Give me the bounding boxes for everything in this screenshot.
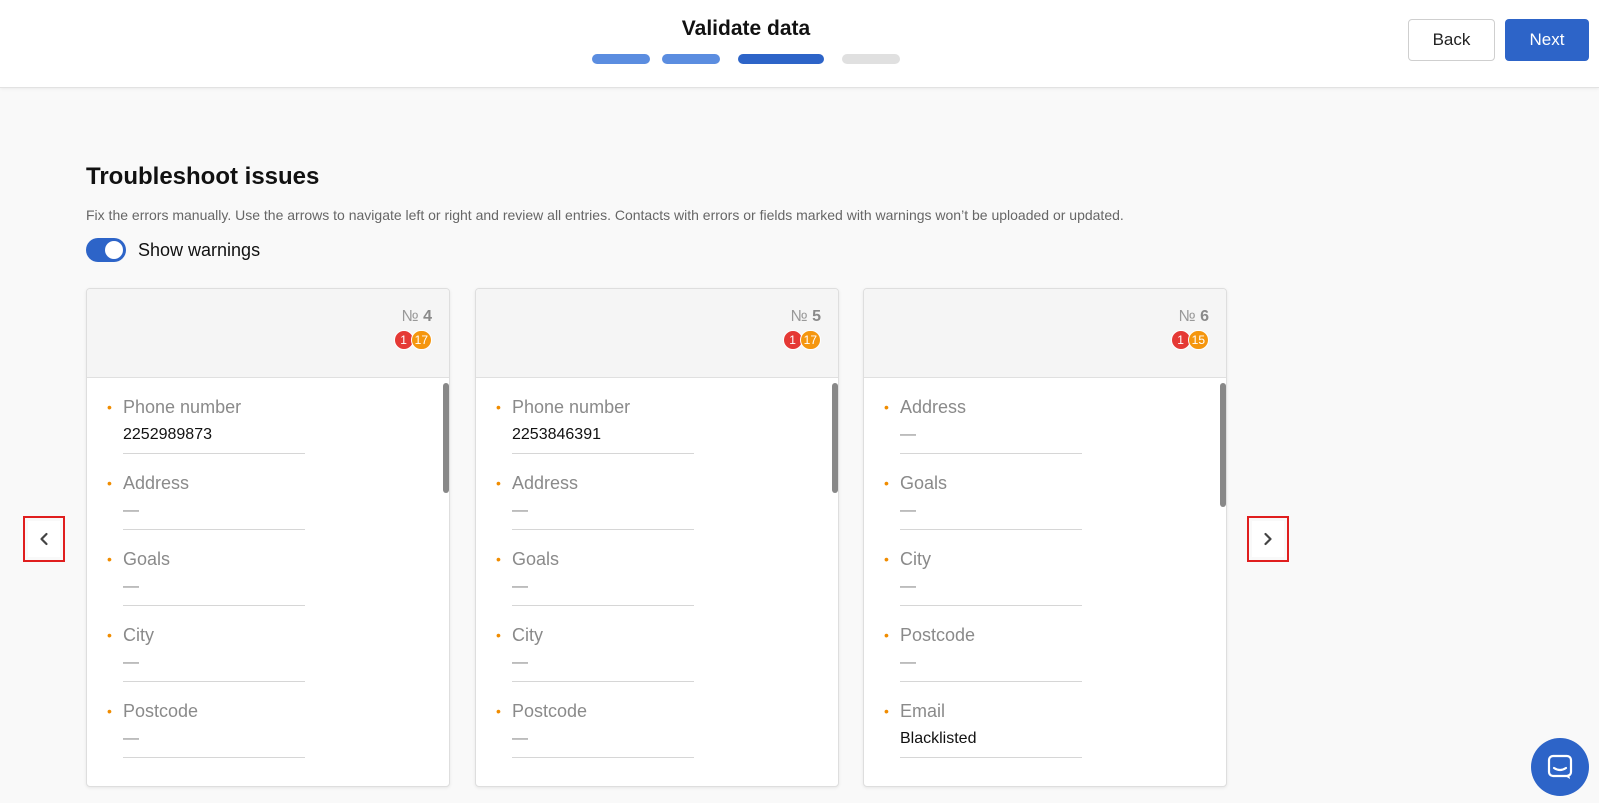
field-value-input[interactable]: — [512, 730, 694, 758]
issue-badges: 1 17 [782, 330, 821, 350]
field-label: Goals [900, 473, 948, 493]
field-value-input[interactable]: — [900, 426, 1082, 454]
card-scrollbar[interactable] [1220, 383, 1226, 507]
entry-number: № 4 [401, 308, 432, 326]
entry-card-body[interactable]: • Phone number 2253846391 • Address — • … [476, 379, 838, 786]
entry-number-value: 6 [1200, 308, 1209, 325]
field-label: Phone number [512, 397, 631, 417]
step-2 [662, 54, 720, 64]
warning-dot: • [107, 475, 112, 491]
field-label: Address [512, 473, 579, 493]
next-button[interactable]: Next [1505, 19, 1589, 61]
show-warnings-label: Show warnings [138, 239, 261, 260]
field-label: City [123, 625, 154, 645]
field-value-input[interactable]: 2252989873 [123, 426, 305, 454]
warning-dot: • [884, 627, 889, 643]
field-label: Address [123, 473, 190, 493]
show-warnings-row: Show warnings [86, 238, 260, 262]
entry-number-value: 4 [423, 308, 432, 325]
chevron-left-icon [40, 532, 48, 546]
entry-number: № 6 [1178, 308, 1209, 326]
entry-number-value: 5 [812, 308, 821, 325]
warning-dot: • [496, 399, 501, 415]
field-value-input[interactable]: 2253846391 [512, 426, 694, 454]
issue-badges: 1 17 [393, 330, 432, 350]
entry-number-prefix: № [401, 308, 419, 325]
field-label: Phone number [123, 397, 242, 417]
field-label: Goals [512, 549, 560, 569]
chevron-right-icon [1264, 532, 1272, 546]
warning-dot: • [884, 703, 889, 719]
page-title: Validate data [681, 17, 811, 40]
step-3-current [738, 54, 824, 64]
entry-card-body[interactable]: • Phone number 2252989873 • Address — • … [87, 379, 449, 786]
field-value-input[interactable]: — [900, 502, 1082, 530]
show-warnings-toggle[interactable] [86, 238, 126, 262]
toggle-knob [105, 241, 123, 259]
prev-entries-button[interactable] [23, 516, 65, 562]
warning-dot: • [884, 551, 889, 567]
warning-dot: • [107, 703, 112, 719]
field-value-input[interactable]: — [123, 578, 305, 606]
warning-dot: • [884, 475, 889, 491]
field-value-input[interactable]: — [512, 502, 694, 530]
entry-number: № 5 [790, 308, 821, 326]
warning-count-badge: 17 [410, 330, 432, 350]
entry-card-5: № 5 1 17 • Phone number 2253846391 • Add… [475, 288, 839, 787]
warning-dot: • [884, 399, 889, 415]
entry-number-prefix: № [790, 308, 808, 325]
field-value-input[interactable]: — [512, 578, 694, 606]
field-value-input[interactable]: — [512, 654, 694, 682]
warning-count-badge: 17 [799, 330, 821, 350]
field-value-input[interactable]: Blacklisted [900, 730, 1082, 758]
field-value-input[interactable]: — [123, 730, 305, 758]
section-heading: Troubleshoot issues [86, 163, 320, 190]
field-label: City [512, 625, 543, 645]
entry-card-4: № 4 1 17 • Phone number 2252989873 • Add… [86, 288, 450, 787]
top-bar: Validate data Back Next [0, 0, 1599, 88]
card-scrollbar[interactable] [832, 383, 838, 493]
field-value-input[interactable]: — [123, 654, 305, 682]
step-progress [592, 54, 900, 64]
entry-card-6: № 6 1 15 • Address — • Goals — • City — … [863, 288, 1227, 787]
field-value-input[interactable]: — [900, 654, 1082, 682]
warning-dot: • [107, 399, 112, 415]
entry-card-body[interactable]: • Address — • Goals — • City — • Postcod… [864, 379, 1226, 786]
warning-dot: • [107, 627, 112, 643]
back-button[interactable]: Back [1408, 19, 1495, 61]
entry-card-header: № 5 1 17 [476, 289, 838, 378]
section-subtitle: Fix the errors manually. Use the arrows … [86, 207, 1124, 223]
chat-icon [1547, 754, 1573, 779]
step-4 [842, 54, 900, 64]
issue-badges: 1 15 [1170, 330, 1209, 350]
entry-card-header: № 6 1 15 [864, 289, 1226, 378]
next-button-surface [1252, 521, 1284, 557]
next-entries-button[interactable] [1247, 516, 1289, 562]
field-value-input[interactable]: — [900, 578, 1082, 606]
field-label: Goals [123, 549, 171, 569]
field-label: Postcode [512, 701, 588, 721]
entry-card-header: № 4 1 17 [87, 289, 449, 378]
field-label: Postcode [123, 701, 199, 721]
warning-dot: • [107, 551, 112, 567]
field-label: Address [900, 397, 967, 417]
warning-dot: • [496, 703, 501, 719]
warning-count-badge: 15 [1187, 330, 1209, 350]
entry-number-prefix: № [1178, 308, 1196, 325]
field-label: Email [900, 701, 946, 721]
chat-launcher-button[interactable] [1531, 738, 1589, 796]
warning-dot: • [496, 551, 501, 567]
warning-dot: • [496, 475, 501, 491]
warning-dot: • [496, 627, 501, 643]
step-1 [592, 54, 650, 64]
field-label: City [900, 549, 931, 569]
prev-button-surface [28, 521, 60, 557]
card-scrollbar[interactable] [443, 383, 449, 493]
field-value-input[interactable]: — [123, 502, 305, 530]
field-label: Postcode [900, 625, 976, 645]
